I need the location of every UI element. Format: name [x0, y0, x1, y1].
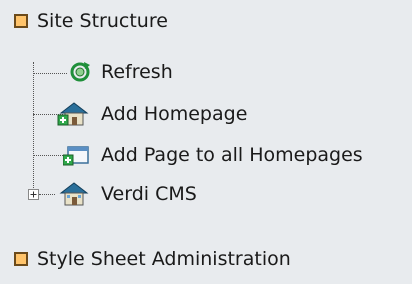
tree-expand-button[interactable] — [28, 189, 39, 200]
section-style-sheet-administration[interactable]: Style Sheet Administration — [14, 248, 291, 270]
section-square-icon — [14, 252, 28, 266]
refresh-icon — [69, 61, 91, 83]
add-page-icon — [63, 143, 91, 167]
site-tree: Refresh Add Homepage Add Page to all Hom… — [0, 0, 412, 284]
tree-connector — [33, 73, 67, 74]
tree-item-label: Add Homepage — [101, 103, 248, 125]
plus-icon — [30, 191, 37, 198]
tree-item-label: Refresh — [101, 61, 173, 83]
tree-item-verdi-cms[interactable]: Verdi CMS — [57, 181, 197, 207]
tree-item-refresh[interactable]: Refresh — [69, 61, 173, 83]
tree-connector — [39, 194, 55, 195]
add-homepage-icon — [57, 101, 91, 127]
tree-item-label: Verdi CMS — [101, 183, 197, 205]
tree-connector — [33, 155, 63, 156]
tree-item-label: Add Page to all Homepages — [101, 144, 363, 166]
homepage-icon — [57, 181, 91, 207]
tree-item-add-homepage[interactable]: Add Homepage — [57, 101, 247, 127]
section-label: Style Sheet Administration — [37, 248, 291, 270]
tree-item-add-page-all[interactable]: Add Page to all Homepages — [63, 143, 363, 167]
tree-connector — [33, 62, 34, 194]
